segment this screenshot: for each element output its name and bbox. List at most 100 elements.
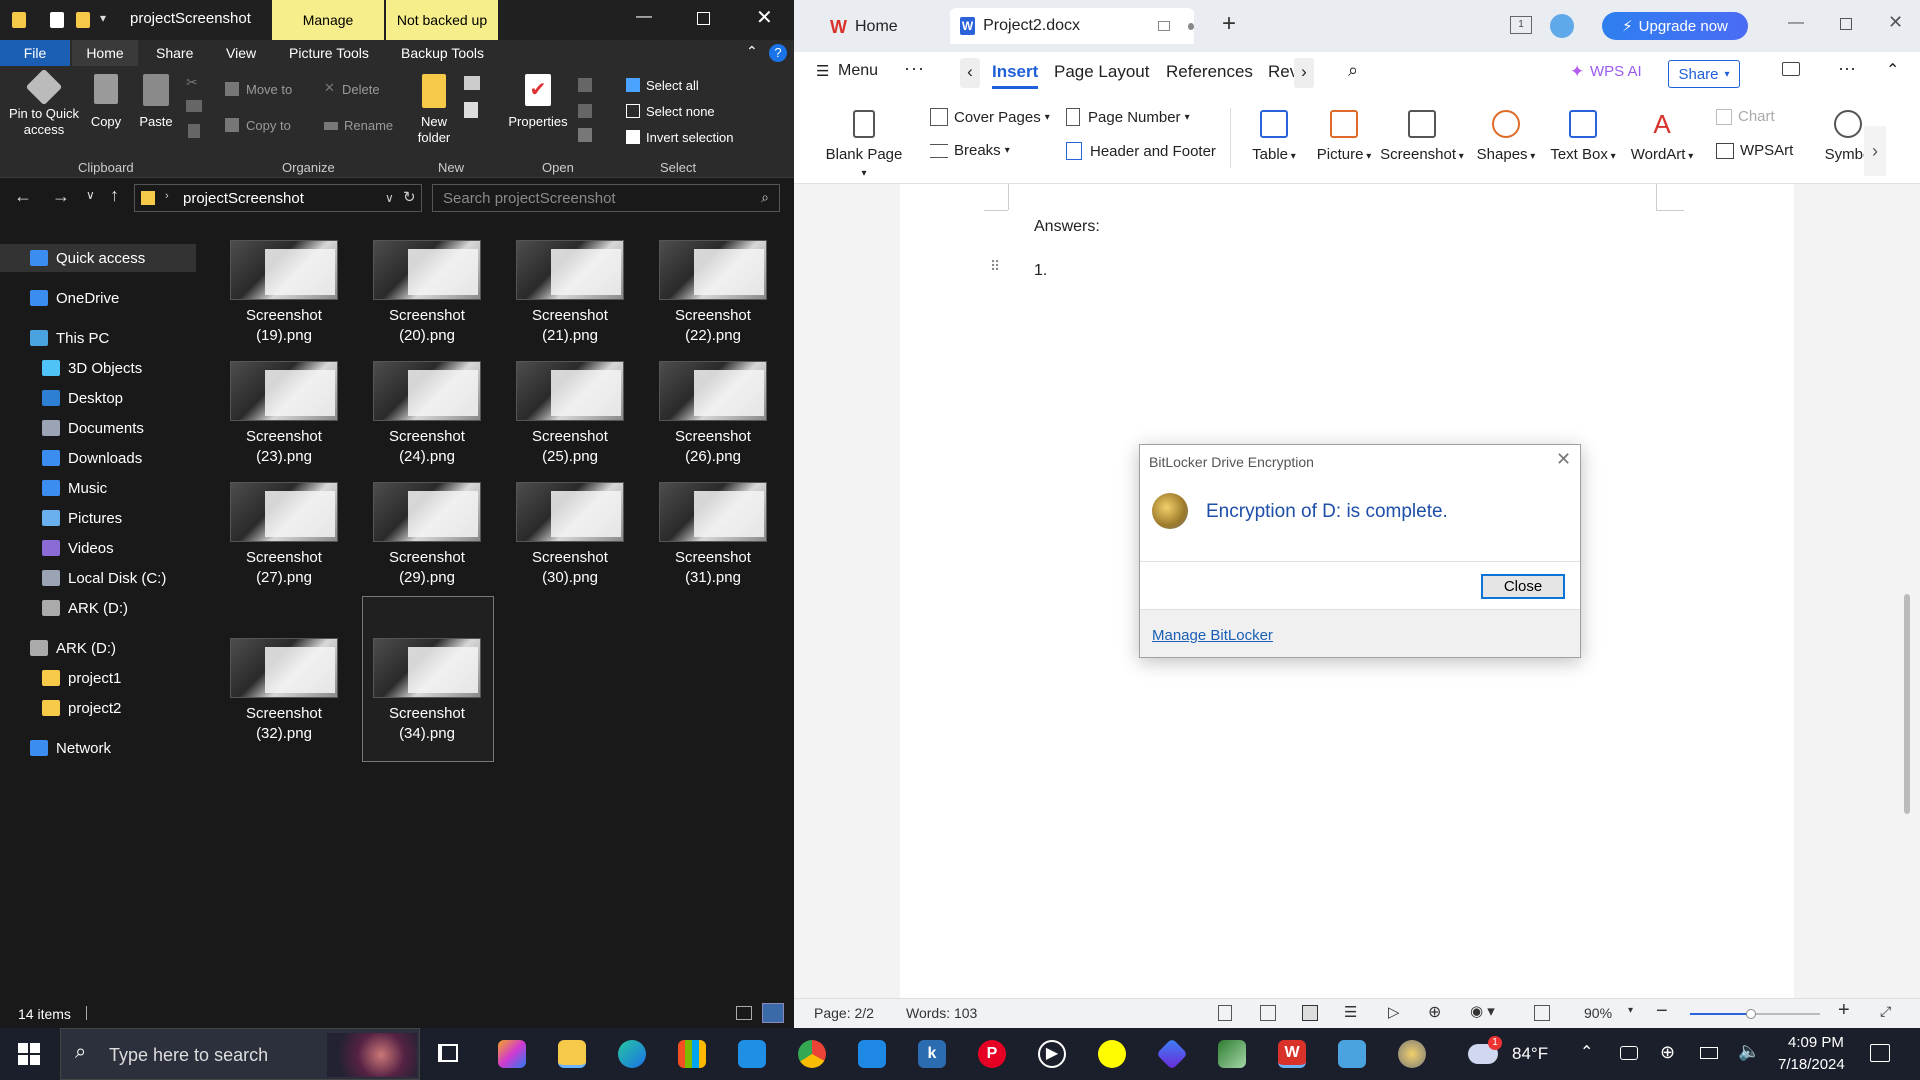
vertical-scrollbar[interactable] [1898,184,1914,998]
clock-date[interactable]: 7/18/2024 [1778,1056,1845,1073]
tab-not-backed-up[interactable]: Not backed up [386,0,498,40]
back-arrow-icon[interactable]: ← [14,186,32,207]
chevron-up-icon[interactable]: ⌃ [746,43,758,60]
nav-item[interactable]: Downloads [0,444,195,472]
cover-pages-button[interactable]: Cover Pages ▾ [930,108,1050,126]
tab-home[interactable]: W Home [806,10,930,44]
dialog-close-icon[interactable]: ✕ [1556,449,1571,470]
properties-quick-icon[interactable] [50,12,64,28]
header-footer-button[interactable]: Header and Footer [1066,142,1216,160]
close-button[interactable]: Close [1481,574,1565,599]
tab-home[interactable]: Home [72,40,138,66]
open-icon[interactable] [578,78,592,92]
chevron-down-icon[interactable]: ▾ [100,11,106,25]
page-view-icon[interactable] [1302,1005,1318,1021]
details-view-icon[interactable] [736,1006,752,1020]
recent-chevron-icon[interactable]: ∨ [86,188,95,202]
wps-office-icon[interactable]: W [1278,1040,1306,1068]
media-player-icon[interactable]: ▶ [1038,1040,1066,1068]
nav-item[interactable]: 3D Objects [0,354,195,382]
volume-icon[interactable]: 🔈 [1738,1041,1760,1062]
delete-button[interactable]: Delete [342,82,380,97]
file-item[interactable]: Screenshot (31).png [643,476,783,596]
page-count[interactable]: Page: 2/2 [814,1005,874,1021]
toolbar-scroll-right-icon[interactable]: › [1864,126,1886,176]
address-bar[interactable]: › projectScreenshot ∨ ↻ [134,184,422,212]
comment-icon[interactable] [1782,62,1800,76]
nav-item[interactable]: Quick access [0,244,195,272]
collapse-ribbon-icon[interactable]: ⌃ [1886,60,1899,80]
file-item[interactable]: Screenshot (25).png [500,355,640,475]
table-button[interactable]: Table ▾ [1234,110,1314,163]
tab-manage[interactable]: Manage [272,0,384,40]
tray-expand-icon[interactable]: ⌃ [1580,1042,1593,1062]
pinterest-icon[interactable]: P [978,1040,1006,1068]
tab-project2-docx[interactable]: W Project2.docx [950,8,1194,44]
invert-selection-button[interactable]: Invert selection [646,130,733,145]
copilot-icon[interactable] [498,1040,526,1068]
menu-button[interactable]: Menu [838,62,878,80]
copy-path-icon[interactable] [186,100,202,112]
zoom-out-button[interactable]: − [1656,1000,1668,1023]
nav-item[interactable]: Documents [0,414,195,442]
copy-to-button[interactable]: Copy to [246,118,291,133]
tool-app-icon[interactable] [1218,1040,1246,1068]
paste-shortcut-icon[interactable] [188,124,200,138]
nav-item[interactable]: OneDrive [0,284,195,312]
edit-icon[interactable] [578,104,592,118]
search-input[interactable]: Search projectScreenshot [443,190,616,207]
tab-view[interactable]: View [226,45,256,61]
file-item[interactable]: Screenshot (20).png [357,234,497,354]
select-all-button[interactable]: Select all [646,78,699,93]
vscode-icon[interactable] [858,1040,886,1068]
move-to-button[interactable]: Move to [246,82,292,97]
select-none-button[interactable]: Select none [646,104,715,119]
nav-item[interactable]: Desktop [0,384,195,412]
fullscreen-icon[interactable]: ⤢ [1880,1003,1891,1020]
shapes-button[interactable]: Shapes ▾ [1466,110,1546,163]
nav-item[interactable]: Pictures [0,504,195,532]
close-button[interactable]: ✕ [756,5,773,30]
forward-arrow-icon[interactable]: → [52,186,70,207]
file-item[interactable]: Screenshot (24).png [357,355,497,475]
word-count[interactable]: Words: 103 [906,1005,977,1021]
search-box[interactable]: Search projectScreenshot ⌕ [432,184,780,212]
nav-item[interactable]: Network [0,734,195,762]
k-app-icon[interactable]: k [918,1040,946,1068]
wpsart-button[interactable]: WPSArt [1716,142,1793,159]
track-icon[interactable] [1218,1005,1232,1021]
tab-insert[interactable]: Insert [992,62,1039,89]
minimize-button[interactable]: — [1788,14,1804,32]
close-button[interactable]: ✕ [1888,12,1903,33]
nav-item[interactable]: ARK (D:) [0,634,195,662]
tab-references[interactable]: References [1166,62,1253,82]
fit-page-icon[interactable] [1534,1005,1550,1021]
search-icon[interactable]: ⌕ [1348,60,1358,81]
upgrade-now-button[interactable]: ⚡ Upgrade now [1602,12,1748,40]
control-panel-icon[interactable] [1338,1040,1366,1068]
more-icon[interactable]: ··· [904,58,925,79]
nav-item[interactable]: project1 [0,664,195,692]
file-item[interactable]: Screenshot (19).png [214,234,354,354]
weather-temp[interactable]: 84°F [1512,1044,1548,1064]
zoom-slider-handle[interactable] [1746,1009,1756,1019]
nav-item[interactable]: project2 [0,694,195,722]
eye-protection-icon[interactable]: ◉ ▾ [1470,1002,1495,1020]
zoom-slider[interactable] [1690,1009,1820,1019]
nav-item[interactable]: Local Disk (C:) [0,564,195,592]
play-icon[interactable]: ▷ [1388,1003,1400,1021]
paste-button[interactable]: Paste [138,74,174,129]
file-item[interactable]: Screenshot (34).png [357,632,497,752]
edge-icon[interactable] [618,1040,646,1068]
tab-share[interactable]: Share [156,45,193,61]
copy-button[interactable]: Copy [88,74,124,129]
manage-bitlocker-link[interactable]: Manage BitLocker [1152,627,1273,644]
chart-button[interactable]: Chart [1716,108,1775,125]
refresh-icon[interactable]: ↻ [403,188,416,206]
clock-time[interactable]: 4:09 PM [1788,1034,1844,1051]
minimize-button[interactable]: — [636,8,652,26]
web-view-icon[interactable]: ⊕ [1428,1002,1441,1022]
nav-item[interactable]: This PC [0,324,195,352]
import-icon[interactable] [1260,1005,1276,1021]
nav-item[interactable]: Music [0,474,195,502]
